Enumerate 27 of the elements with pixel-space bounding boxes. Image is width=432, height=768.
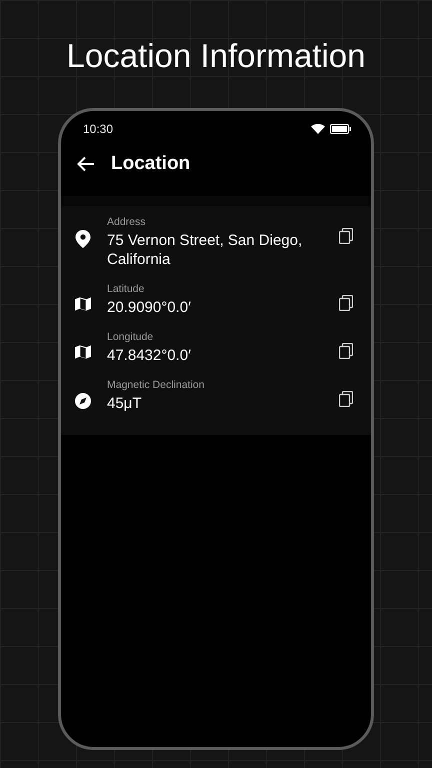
field-value: 45μT (107, 394, 142, 413)
map-icon (75, 297, 91, 311)
copy-button[interactable] (339, 391, 353, 407)
field-label: Latitude (107, 283, 146, 295)
map-icon (75, 345, 91, 359)
copy-icon (339, 295, 353, 311)
field-value: 47.8432°0.0′ (107, 346, 192, 365)
field-value: 20.9090°0.0′ (107, 298, 192, 317)
location-pin-icon (75, 230, 91, 248)
wifi-icon (311, 124, 325, 134)
screen-title: Location (111, 153, 190, 175)
copy-icon (339, 343, 353, 359)
field-value: 75 Vernon Street, San Diego, California (107, 231, 304, 269)
back-button[interactable] (77, 156, 95, 172)
field-label: Longitude (107, 331, 154, 343)
copy-button[interactable] (339, 228, 353, 244)
copy-button[interactable] (339, 343, 353, 359)
copy-icon (339, 391, 353, 407)
back-arrow-icon (77, 156, 95, 172)
compass-icon (75, 393, 91, 409)
copy-icon (339, 228, 353, 244)
headline: Location Information (66, 36, 366, 76)
battery-icon (330, 124, 351, 134)
status-time: 10:30 (83, 122, 114, 136)
field-label: Address (107, 216, 147, 228)
copy-button[interactable] (339, 295, 353, 311)
field-label: Magnetic Declination (107, 379, 206, 391)
